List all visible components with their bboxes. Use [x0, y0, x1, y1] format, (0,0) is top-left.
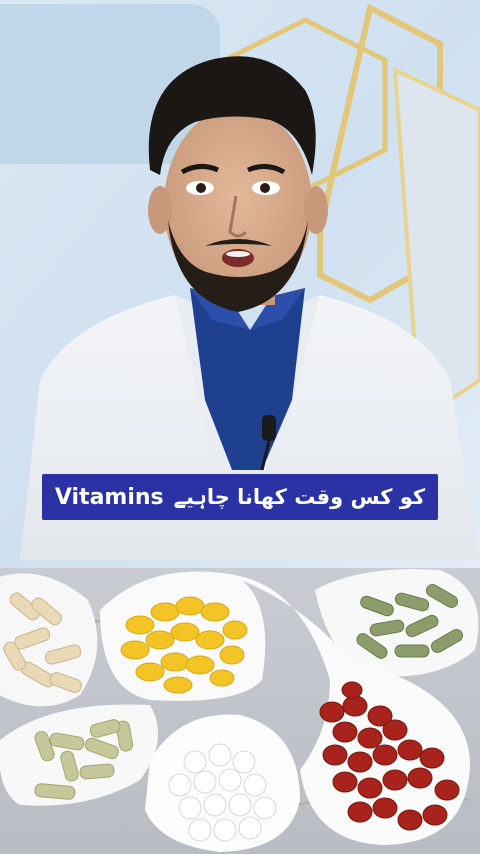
scene-illustration	[0, 0, 480, 854]
lapel-microphone	[262, 415, 276, 441]
caption-urdu-text: کو کس وقت کھانا چاہیے	[173, 485, 426, 509]
video-frame: کو کس وقت کھانا چاہیے Vitamins	[0, 0, 480, 854]
caption-banner: کو کس وقت کھانا چاہیے Vitamins	[42, 474, 438, 520]
caption-english-word: Vitamins	[54, 484, 164, 510]
